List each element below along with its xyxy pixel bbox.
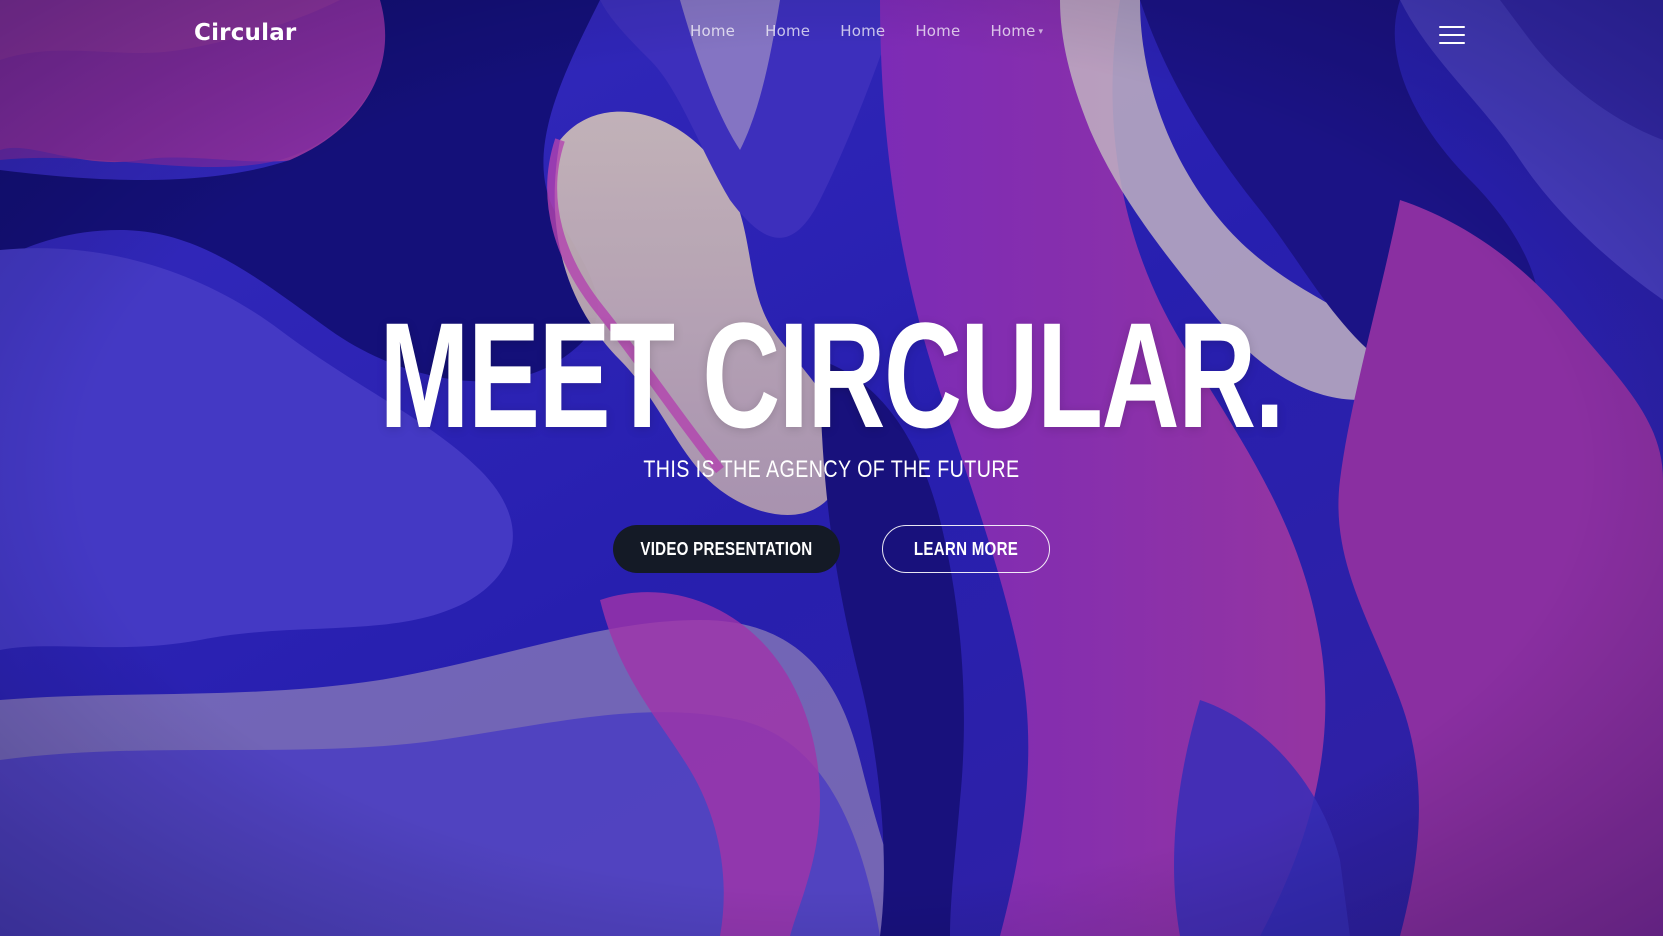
nav-link-home-1[interactable]: Home bbox=[690, 22, 735, 40]
video-presentation-label: VIDEO PRESENTATION bbox=[640, 538, 813, 559]
hamburger-line bbox=[1439, 26, 1465, 28]
hamburger-line bbox=[1439, 34, 1465, 36]
chevron-down-icon: ▾ bbox=[1038, 27, 1044, 37]
brand-logo[interactable]: Circular bbox=[194, 20, 296, 46]
hero-title: MEET CIRCULAR. bbox=[379, 291, 1284, 459]
learn-more-label: LEARN MORE bbox=[913, 538, 1019, 559]
nav-item: Home bbox=[915, 22, 960, 41]
nav-item: Home bbox=[765, 22, 810, 41]
nav-item: Home bbox=[840, 22, 885, 41]
main-nav: Home Home Home Home Home ▾ bbox=[690, 22, 1073, 41]
hamburger-icon[interactable] bbox=[1439, 24, 1465, 46]
hamburger-line bbox=[1439, 42, 1465, 44]
nav-link-home-4[interactable]: Home bbox=[915, 22, 960, 40]
landing-page: Circular Home Home Home Home Home ▾ MEET … bbox=[0, 0, 1663, 936]
video-presentation-button[interactable]: VIDEO PRESENTATION bbox=[613, 525, 840, 573]
learn-more-button[interactable]: LEARN MORE bbox=[882, 525, 1050, 573]
nav-item: Home bbox=[690, 22, 735, 41]
nav-link-label: Home bbox=[990, 22, 1036, 40]
hero-subtitle: THIS IS THE AGENCY OF THE FUTURE bbox=[643, 456, 1020, 483]
nav-link-home-2[interactable]: Home bbox=[765, 22, 810, 40]
nav-link-home-dropdown[interactable]: Home ▾ bbox=[990, 22, 1043, 40]
nav-item: Home ▾ bbox=[990, 22, 1043, 41]
nav-link-home-3[interactable]: Home bbox=[840, 22, 885, 40]
